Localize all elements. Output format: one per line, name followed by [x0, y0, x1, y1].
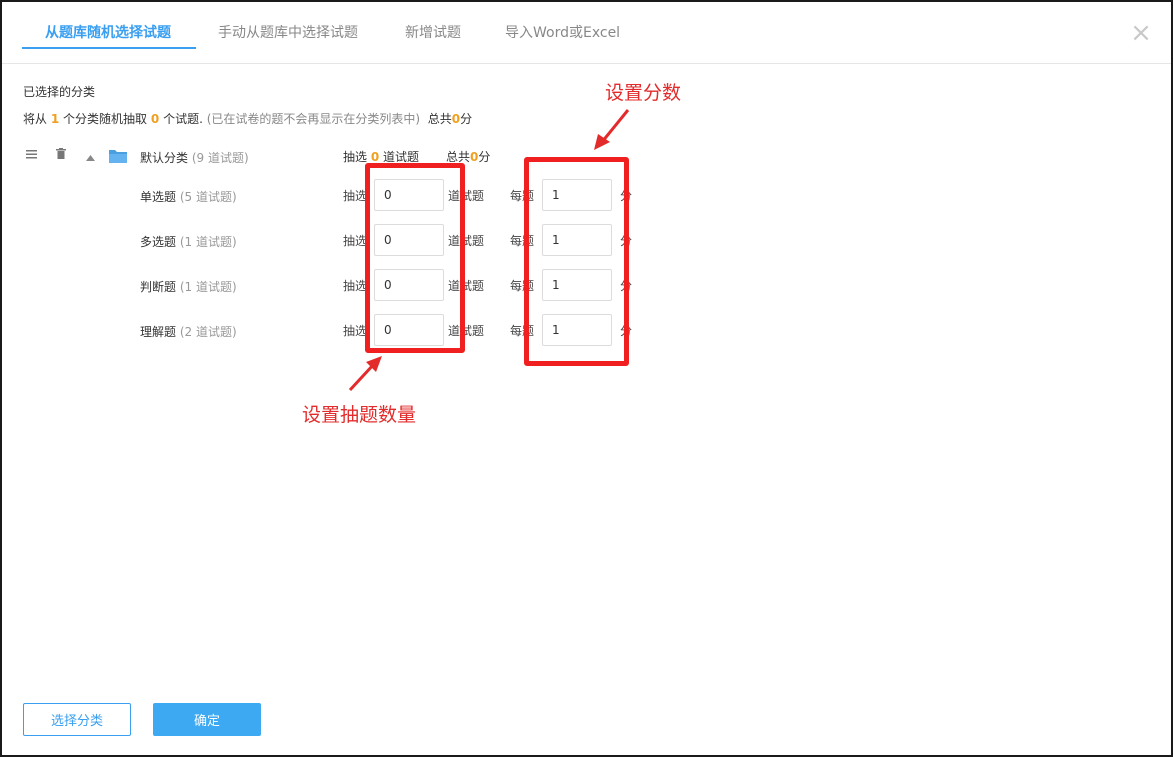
category-total-label: 总共: [446, 150, 471, 164]
question-type-name: 单选题 (5 道试题): [140, 188, 237, 205]
question-type-count: (1 道试题): [179, 280, 237, 294]
pick-label: 抽选: [343, 234, 368, 248]
annotation-box-quantity: [365, 163, 465, 353]
question-type-count: (1 道试题): [179, 235, 237, 249]
question-type-count: (2 道试题): [179, 325, 237, 339]
close-icon[interactable]: ×: [1128, 20, 1154, 46]
annotation-arrow-quantity: [348, 356, 382, 392]
pick-label: 抽选: [343, 324, 368, 338]
summary-prefix: 将从: [23, 112, 48, 126]
selected-category-label: 已选择的分类: [23, 85, 96, 99]
pick-label: 抽选: [343, 189, 368, 203]
category-pick-label: 抽选: [343, 150, 368, 164]
annotation-quantity-text: 设置抽题数量: [302, 404, 417, 426]
question-type-label: 理解题: [140, 325, 177, 339]
dialog-frame: 从题库随机选择试题 手动从题库中选择试题 新增试题 导入Word或Excel ×…: [0, 0, 1173, 757]
summary-total-label: 总共: [427, 112, 452, 126]
annotation-score-text: 设置分数: [605, 82, 682, 104]
pick-label: 抽选: [343, 279, 368, 293]
selection-summary: 将从 1 个分类随机抽取 0 个试题. (已在试卷的题不会再显示在分类列表中) …: [23, 110, 472, 127]
tab-random-select[interactable]: 从题库随机选择试题: [45, 22, 171, 50]
question-type-count: (5 道试题): [179, 190, 237, 204]
category-title: 默认分类: [140, 151, 189, 165]
summary-suffix: 个试题.: [163, 112, 203, 126]
question-type-name: 理解题 (2 道试题): [140, 323, 237, 340]
tab-bar: 从题库随机选择试题 手动从题库中选择试题 新增试题 导入Word或Excel ×: [2, 2, 1171, 64]
tab-add-question[interactable]: 新增试题: [405, 22, 461, 50]
tab-import-word-excel[interactable]: 导入Word或Excel: [505, 22, 620, 50]
category-pick-value: 0: [370, 150, 380, 164]
question-type-label: 多选题: [140, 235, 177, 249]
select-category-button[interactable]: 选择分类: [23, 703, 131, 736]
category-total-unit: 分: [478, 150, 491, 164]
summary-total-value: 0: [451, 112, 461, 126]
confirm-button[interactable]: 确定: [153, 703, 261, 736]
question-type-name: 判断题 (1 道试题): [140, 278, 237, 295]
summary-hint: (已在试卷的题不会再显示在分类列表中): [206, 112, 421, 126]
summary-total-unit: 分: [460, 112, 473, 126]
category-count: (9 道试题): [191, 151, 249, 165]
category-name[interactable]: 默认分类 (9 道试题): [140, 149, 249, 166]
summary-middle: 个分类随机抽取: [63, 112, 148, 126]
summary-category-count: 1: [50, 112, 60, 126]
question-type-label: 单选题: [140, 190, 177, 204]
annotation-box-score: [524, 157, 629, 366]
tab-manual-select[interactable]: 手动从题库中选择试题: [218, 22, 358, 50]
annotation-arrow-score: [594, 109, 630, 150]
trash-icon[interactable]: [56, 148, 66, 162]
folder-icon: [109, 150, 127, 163]
active-tab-indicator: [22, 47, 196, 49]
caret-up-icon[interactable]: [86, 150, 95, 164]
category-pick-unit: 道试题: [383, 150, 420, 164]
summary-question-count: 0: [150, 112, 160, 126]
question-type-label: 判断题: [140, 280, 177, 294]
question-type-name: 多选题 (1 道试题): [140, 233, 237, 250]
menu-icon[interactable]: [26, 148, 37, 162]
